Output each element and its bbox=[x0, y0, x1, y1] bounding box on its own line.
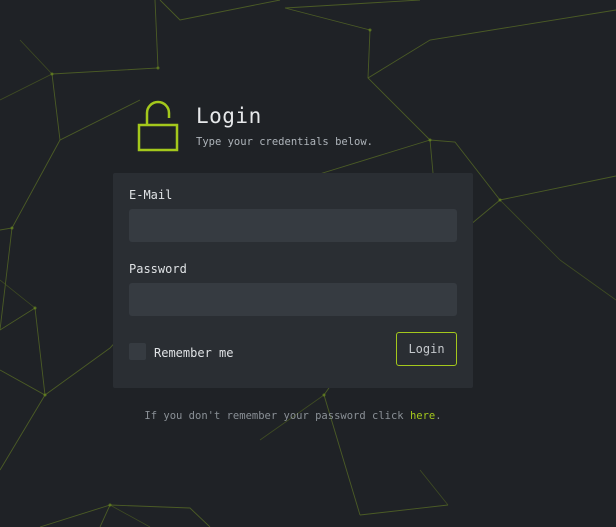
email-label: E-Mail bbox=[129, 188, 173, 202]
password-label: Password bbox=[129, 262, 187, 276]
page-subtitle: Type your credentials below. bbox=[196, 136, 374, 148]
login-page: Login Type your credentials below. E-Mai… bbox=[0, 0, 616, 527]
email-field[interactable] bbox=[129, 209, 457, 242]
page-title: Login bbox=[196, 104, 262, 128]
password-field[interactable] bbox=[129, 283, 457, 316]
forgot-password-link[interactable]: here bbox=[410, 410, 435, 422]
forgot-password-suffix: . bbox=[435, 410, 442, 422]
remember-me-checkbox[interactable] bbox=[129, 343, 146, 360]
login-button[interactable]: Login bbox=[396, 332, 457, 366]
remember-me-label: Remember me bbox=[154, 346, 234, 360]
forgot-password-text: If you don't remember your password clic… bbox=[0, 410, 586, 422]
login-form: E-Mail Password Remember me Login bbox=[113, 173, 473, 388]
login-header: Login Type your credentials below. bbox=[136, 100, 476, 156]
unlocked-padlock-icon bbox=[137, 100, 179, 152]
forgot-password-message: If you don't remember your password clic… bbox=[144, 410, 410, 422]
